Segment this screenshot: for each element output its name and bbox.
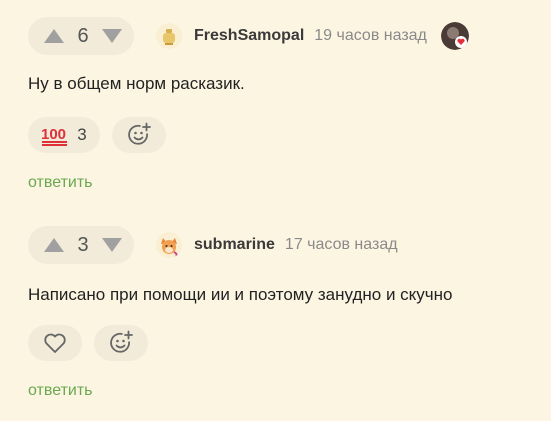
reactions-bar: 100 3 bbox=[28, 117, 166, 153]
triangle-down-icon bbox=[102, 29, 122, 43]
like-button[interactable] bbox=[28, 325, 82, 361]
author-avatar-icon bbox=[440, 22, 469, 50]
reply-link[interactable]: ответить bbox=[28, 174, 93, 192]
reaction-hundred-button[interactable]: 100 3 bbox=[28, 117, 100, 153]
comment-text: Написано при помощи ии и поэтому занудно… bbox=[28, 285, 453, 304]
samovar-avatar-icon bbox=[156, 23, 182, 49]
user-avatar[interactable] bbox=[156, 232, 182, 258]
comment-header: 3 submarine 17 часов назад bbox=[28, 226, 398, 264]
downvote-button[interactable] bbox=[98, 22, 126, 50]
comment-header: 6 FreshSamopal 19 часов назад bbox=[28, 17, 469, 55]
username[interactable]: submarine bbox=[194, 236, 275, 254]
smiley-plus-icon bbox=[110, 330, 133, 353]
triangle-up-icon bbox=[44, 238, 64, 252]
smiley-plus-icon bbox=[128, 122, 151, 145]
triangle-up-icon bbox=[44, 29, 64, 43]
svg-text:100: 100 bbox=[41, 126, 66, 143]
comment-text: Ну в общем норм расказик. bbox=[28, 74, 245, 93]
user-avatar[interactable] bbox=[156, 23, 182, 49]
comments-page: 6 FreshSamopal 19 часов назад Ну в общем… bbox=[0, 0, 551, 421]
upvote-button[interactable] bbox=[40, 22, 68, 50]
add-reaction-button[interactable] bbox=[112, 117, 166, 153]
vote-count: 3 bbox=[77, 233, 89, 256]
hundred-points-icon: 100 bbox=[41, 124, 69, 146]
timestamp[interactable]: 19 часов назад bbox=[314, 27, 427, 45]
fox-avatar-icon bbox=[156, 232, 182, 258]
heart-icon bbox=[44, 333, 66, 353]
username[interactable]: FreshSamopal bbox=[194, 27, 304, 45]
add-reaction-button[interactable] bbox=[94, 325, 148, 361]
vote-count: 6 bbox=[77, 24, 89, 47]
reply-link[interactable]: ответить bbox=[28, 382, 93, 400]
downvote-button[interactable] bbox=[98, 231, 126, 259]
post-author-avatar[interactable] bbox=[440, 22, 469, 50]
upvote-button[interactable] bbox=[40, 231, 68, 259]
reaction-count: 3 bbox=[77, 125, 87, 144]
timestamp[interactable]: 17 часов назад bbox=[285, 236, 398, 254]
vote-control: 6 bbox=[28, 17, 134, 55]
triangle-down-icon bbox=[102, 238, 122, 252]
reactions-bar bbox=[28, 325, 148, 361]
vote-control: 3 bbox=[28, 226, 134, 264]
